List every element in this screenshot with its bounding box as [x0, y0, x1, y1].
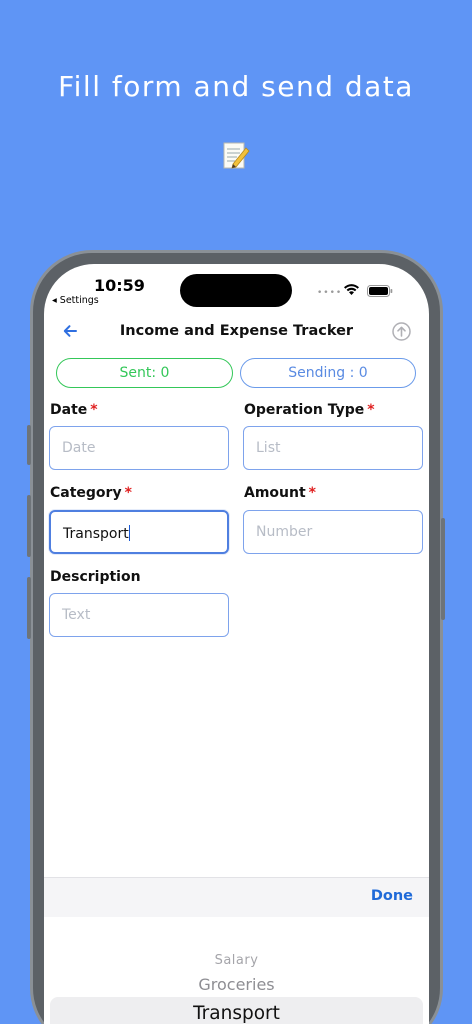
amount-field[interactable]: Number: [243, 510, 423, 554]
signal-icon: ••••: [317, 288, 343, 298]
dynamic-island: [180, 274, 292, 307]
app-screen: 10:59 ◂ Settings •••• Income and Expense…: [44, 264, 429, 1024]
date-field[interactable]: Date: [49, 426, 229, 470]
required-marker: *: [367, 402, 375, 418]
memo-icon: [223, 142, 250, 169]
category-value: Transport: [63, 526, 129, 542]
category-label-text: Category: [50, 485, 122, 501]
operation-type-label: Operation Type *: [244, 402, 375, 418]
sending-counter-badge[interactable]: Sending : 0: [240, 358, 416, 388]
description-field[interactable]: Text: [49, 593, 229, 637]
category-field[interactable]: Transport: [49, 510, 229, 554]
required-marker: *: [308, 485, 316, 501]
status-time: 10:59: [94, 276, 145, 295]
phone-side-button: [27, 425, 31, 465]
keyboard-toolbar: Done: [44, 877, 429, 917]
operation-type-label-text: Operation Type: [244, 402, 365, 418]
category-picker[interactable]: Salary Groceries Transport: [44, 917, 429, 1024]
page-title: Income and Expense Tracker: [119, 323, 354, 339]
phone-side-button: [27, 495, 31, 557]
required-marker: *: [90, 402, 98, 418]
back-to-settings-link[interactable]: ◂ Settings: [52, 295, 99, 306]
phone-power-button: [441, 518, 445, 620]
picker-option[interactable]: Salary: [44, 953, 429, 968]
phone-side-button: [27, 577, 31, 639]
navigation-bar: Income and Expense Tracker: [44, 319, 429, 349]
sent-counter-badge[interactable]: Sent: 0: [56, 358, 233, 388]
operation-type-field[interactable]: List: [243, 426, 423, 470]
amount-label: Amount *: [244, 485, 316, 501]
promo-headline: Fill form and send data: [58, 70, 414, 103]
amount-label-text: Amount: [244, 485, 306, 501]
battery-icon: [367, 285, 393, 297]
date-label: Date *: [50, 402, 98, 418]
date-label-text: Date: [50, 402, 88, 418]
category-label: Category *: [50, 485, 132, 501]
description-label: Description: [50, 569, 141, 585]
wifi-icon: [344, 284, 359, 295]
picker-option[interactable]: Groceries: [44, 975, 429, 994]
picker-option-selected[interactable]: Transport: [44, 1003, 429, 1024]
upload-circle-icon[interactable]: [392, 322, 411, 341]
done-button[interactable]: Done: [371, 888, 413, 904]
required-marker: *: [124, 485, 132, 501]
text-cursor: [128, 525, 131, 541]
